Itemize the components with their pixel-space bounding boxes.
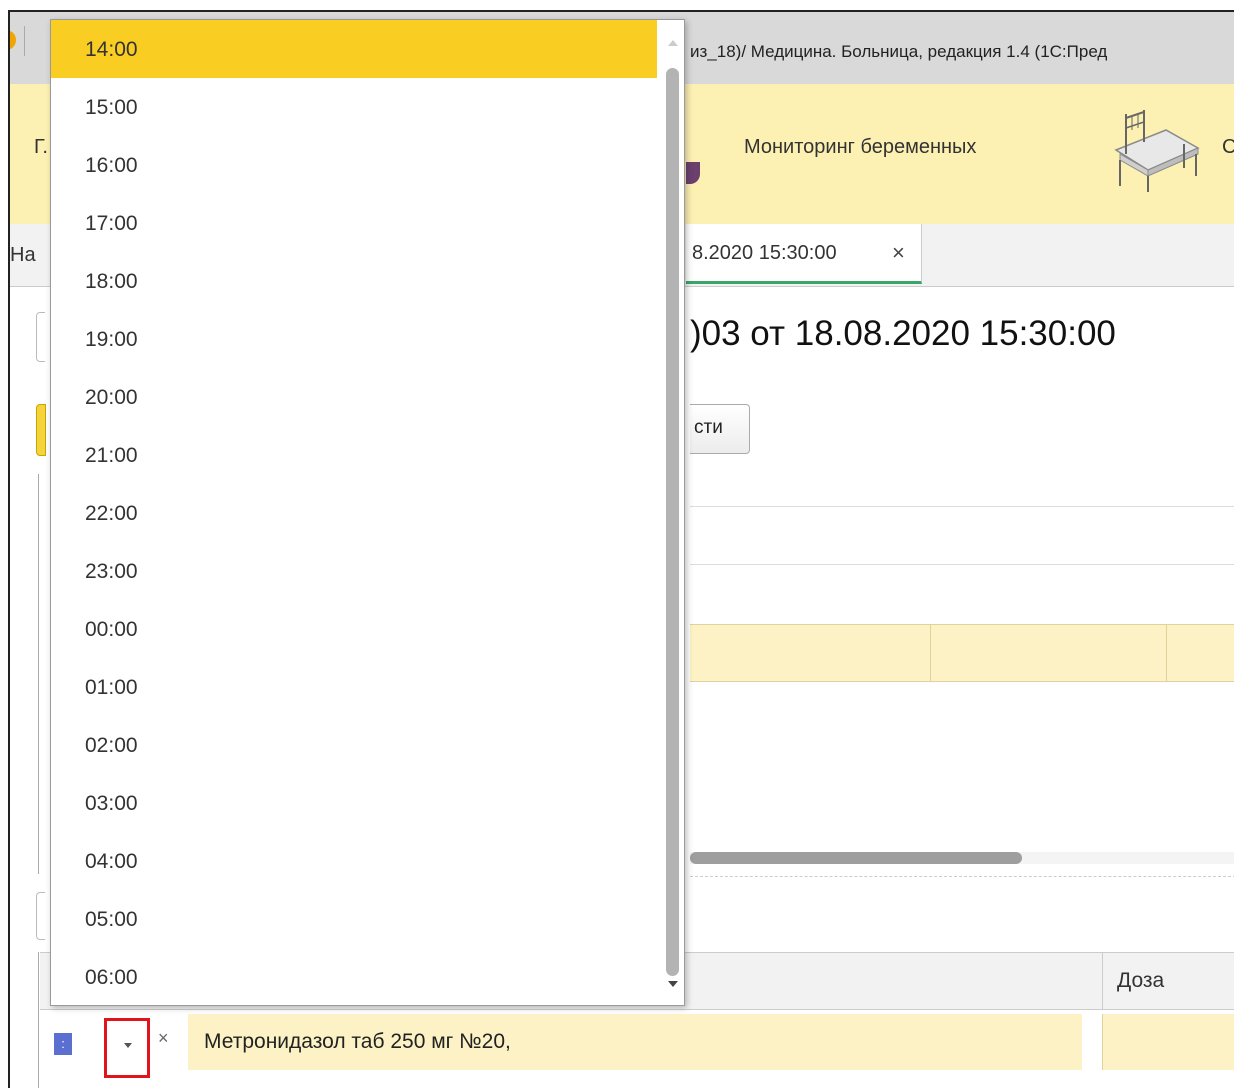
section-item-cut-left[interactable]: Г. bbox=[34, 136, 48, 159]
section-item-pregnancy-monitoring[interactable]: Мониторинг беременных bbox=[744, 136, 976, 159]
form-left-border bbox=[38, 474, 39, 874]
grid-column-separator bbox=[930, 625, 931, 681]
medication-cell[interactable]: Метронидазол таб 250 мг №20, bbox=[188, 1014, 1082, 1070]
time-option-label: 14:00 bbox=[85, 38, 138, 61]
time-option-label: 20:00 bbox=[85, 386, 138, 409]
dose-cell[interactable] bbox=[1102, 1014, 1234, 1070]
time-option[interactable]: 01:00 bbox=[51, 658, 657, 716]
time-option-label: 01:00 bbox=[85, 676, 138, 699]
time-option[interactable]: 17:00 bbox=[51, 194, 657, 252]
tab-label: 8.2020 15:30:00 bbox=[692, 242, 837, 264]
time-option-label: 18:00 bbox=[85, 270, 138, 293]
time-option[interactable]: 03:00 bbox=[51, 774, 657, 832]
time-option[interactable]: 20:00 bbox=[51, 368, 657, 426]
document-title: )03 от 18.08.2020 15:30:00 bbox=[690, 314, 1116, 353]
time-option-label: 21:00 bbox=[85, 444, 138, 467]
scrollbar-thumb[interactable] bbox=[666, 68, 679, 976]
scroll-up-icon[interactable] bbox=[668, 40, 678, 46]
time-option-label: 05:00 bbox=[85, 908, 138, 931]
time-option[interactable]: 02:00 bbox=[51, 716, 657, 774]
time-option-label: 02:00 bbox=[85, 734, 138, 757]
time-option-label: 00:00 bbox=[85, 618, 138, 641]
tab-document-active[interactable]: 8.2020 15:30:00 × bbox=[686, 224, 922, 284]
time-option[interactable]: 15:00 bbox=[51, 78, 657, 136]
table-left-border bbox=[38, 952, 39, 1088]
grid-column-separator bbox=[1166, 625, 1167, 681]
time-option[interactable]: 14:00 bbox=[51, 20, 657, 78]
time-option-label: 17:00 bbox=[85, 212, 138, 235]
close-tab-icon[interactable]: × bbox=[892, 240, 905, 266]
table-row[interactable]: : × Метронидазол таб 250 мг №20, bbox=[40, 1014, 1234, 1078]
time-option-label: 06:00 bbox=[85, 966, 138, 989]
horizontal-scrollbar-thumb[interactable] bbox=[690, 852, 1022, 864]
time-option[interactable]: 05:00 bbox=[51, 890, 657, 948]
time-option-label: 22:00 bbox=[85, 502, 138, 525]
time-option[interactable]: 04:00 bbox=[51, 832, 657, 890]
time-option-label: 03:00 bbox=[85, 792, 138, 815]
table-button-partial[interactable] bbox=[36, 892, 45, 940]
column-header-dose[interactable]: Доза bbox=[1102, 953, 1164, 1009]
clear-icon[interactable]: × bbox=[158, 1028, 169, 1049]
time-option[interactable]: 06:00 bbox=[51, 948, 657, 1005]
scroll-down-icon[interactable] bbox=[668, 981, 678, 987]
section-divider bbox=[690, 876, 1234, 877]
time-option[interactable]: 00:00 bbox=[51, 600, 657, 658]
time-option[interactable]: 23:00 bbox=[51, 542, 657, 600]
time-option-label: 04:00 bbox=[85, 850, 138, 873]
time-option[interactable]: 16:00 bbox=[51, 136, 657, 194]
row-marker-icon: : bbox=[54, 1033, 72, 1055]
time-option-label: 15:00 bbox=[85, 96, 138, 119]
section-item-cut-right[interactable]: С bbox=[1222, 136, 1234, 159]
tab-home-partial[interactable]: На bbox=[10, 244, 36, 267]
time-option[interactable]: 22:00 bbox=[51, 484, 657, 542]
primary-button-partial[interactable] bbox=[36, 404, 46, 456]
section-icon-partial bbox=[686, 162, 700, 184]
app-logo-icon bbox=[10, 30, 16, 50]
time-option-label: 19:00 bbox=[85, 328, 138, 351]
title-separator bbox=[24, 26, 25, 56]
time-option-label: 23:00 bbox=[85, 560, 138, 583]
window-title: из_18)/ Медицина. Больница, редакция 1.4… bbox=[690, 42, 1108, 61]
field-divider bbox=[690, 564, 1234, 565]
time-dropdown-button[interactable] bbox=[104, 1018, 150, 1078]
time-option[interactable]: 19:00 bbox=[51, 310, 657, 368]
time-option-label: 16:00 bbox=[85, 154, 138, 177]
time-options: 14:00 15:00 16:00 17:00 18:00 19:00 20:00 21:00… bbox=[51, 20, 657, 1005]
time-dropdown-list[interactable]: 14:00 15:00 16:00 17:00 18:00 19:00 20:00 21:00… bbox=[50, 19, 685, 1006]
toolbar-button-label: сти bbox=[694, 417, 723, 438]
grid-header-row bbox=[690, 624, 1234, 682]
medication-name: Метронидазол таб 250 мг №20, bbox=[204, 1030, 511, 1053]
time-option[interactable]: 21:00 bbox=[51, 426, 657, 484]
nav-button-partial[interactable] bbox=[36, 312, 45, 362]
field-divider bbox=[690, 506, 1234, 507]
toolbar-button[interactable]: сти bbox=[690, 404, 750, 454]
dropdown-scrollbar[interactable] bbox=[661, 20, 684, 1005]
hospital-bed-icon[interactable] bbox=[1106, 110, 1202, 192]
time-option[interactable]: 18:00 bbox=[51, 252, 657, 310]
chevron-down-icon bbox=[124, 1043, 132, 1048]
